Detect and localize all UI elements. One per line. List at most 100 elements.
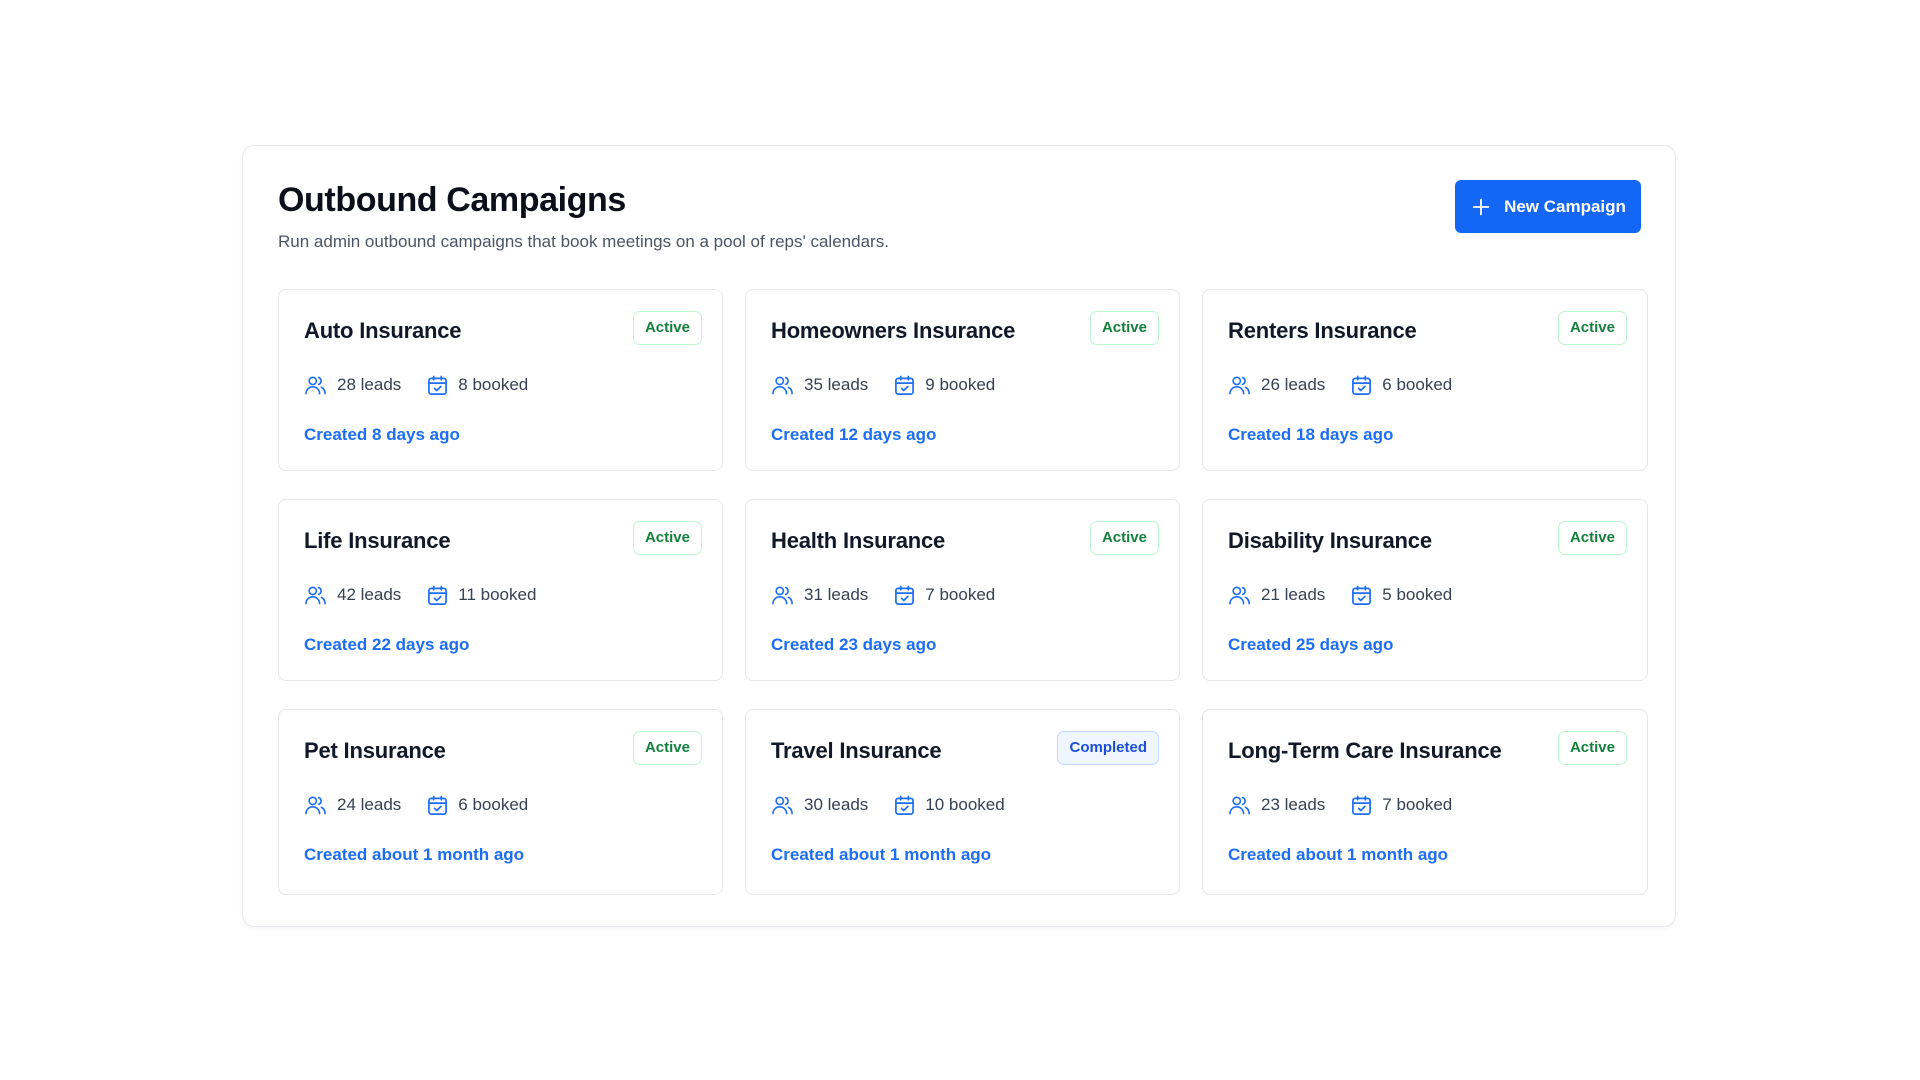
users-icon xyxy=(771,585,794,605)
campaign-name: Disability Insurance xyxy=(1228,528,1432,553)
campaign-name: Health Insurance xyxy=(771,528,946,553)
leads-stat: 28 leads xyxy=(304,375,401,395)
users-icon xyxy=(771,795,794,815)
campaign-name: Homeowners Insurance xyxy=(771,318,1016,343)
campaign-card[interactable]: Health Insurance Active 31 leads 7 booke… xyxy=(745,499,1180,681)
campaign-stats: 30 leads 10 booked xyxy=(771,792,1031,818)
created-date: Created 12 days ago xyxy=(771,425,937,444)
leads-stat: 26 leads xyxy=(1228,375,1325,395)
leads-stat: 21 leads xyxy=(1228,585,1325,605)
page-subtitle: Run admin outbound campaigns that book m… xyxy=(278,232,889,251)
leads-stat: 42 leads xyxy=(304,585,401,605)
campaign-grid: Auto Insurance Active 28 leads 8 booked … xyxy=(278,289,1648,895)
leads-count: 42 leads xyxy=(337,585,402,604)
users-icon xyxy=(304,795,327,815)
campaigns-panel: Outbound Campaigns Run admin outbound ca… xyxy=(242,145,1676,927)
booked-count: 10 booked xyxy=(925,795,1005,814)
calendar-check-icon xyxy=(1351,375,1372,396)
campaign-stats: 24 leads 6 booked xyxy=(304,792,554,818)
campaign-card[interactable]: Auto Insurance Active 28 leads 8 booked … xyxy=(278,289,723,471)
leads-stat: 24 leads xyxy=(304,795,401,815)
campaign-stats: 21 leads 5 booked xyxy=(1228,582,1478,608)
booked-count: 6 booked xyxy=(458,795,529,814)
leads-stat: 31 leads xyxy=(771,585,868,605)
campaign-stats: 42 leads 11 booked xyxy=(304,582,562,608)
leads-count: 31 leads xyxy=(804,585,869,604)
created-date: Created about 1 month ago xyxy=(771,845,992,864)
leads-count: 26 leads xyxy=(1261,375,1326,394)
booked-count: 8 booked xyxy=(458,375,529,394)
calendar-check-icon xyxy=(894,585,915,606)
campaign-name: Pet Insurance xyxy=(304,738,446,763)
status-badge: Active xyxy=(1557,731,1627,765)
calendar-check-icon xyxy=(1351,585,1372,606)
new-campaign-button[interactable]: New Campaign xyxy=(1455,180,1641,233)
campaign-name: Renters Insurance xyxy=(1228,318,1417,343)
booked-stat: 6 booked xyxy=(1351,375,1452,396)
booked-stat: 6 booked xyxy=(427,795,528,816)
users-icon xyxy=(304,375,327,395)
booked-stat: 7 booked xyxy=(894,585,995,606)
users-icon xyxy=(1228,585,1251,605)
users-icon xyxy=(771,375,794,395)
campaign-stats: 28 leads 8 booked xyxy=(304,372,554,398)
page-title: Outbound Campaigns xyxy=(278,181,626,219)
booked-stat: 8 booked xyxy=(427,375,528,396)
calendar-check-icon xyxy=(427,585,448,606)
created-date: Created 23 days ago xyxy=(771,635,937,654)
booked-count: 5 booked xyxy=(1382,585,1453,604)
calendar-check-icon xyxy=(894,375,915,396)
leads-count: 23 leads xyxy=(1261,795,1326,814)
campaign-card[interactable]: Life Insurance Active 42 leads 11 booked… xyxy=(278,499,723,681)
booked-count: 7 booked xyxy=(1382,795,1453,814)
created-date: Created 8 days ago xyxy=(304,425,460,444)
created-date: Created about 1 month ago xyxy=(304,845,525,864)
plus-icon xyxy=(1472,198,1490,215)
leads-count: 28 leads xyxy=(337,375,402,394)
campaign-name: Auto Insurance xyxy=(304,318,462,343)
campaign-stats: 23 leads 7 booked xyxy=(1228,792,1478,818)
campaign-card[interactable]: Long-Term Care Insurance Active 23 leads… xyxy=(1202,709,1648,895)
status-badge: Active xyxy=(632,731,702,765)
campaign-card[interactable]: Homeowners Insurance Active 35 leads 9 b… xyxy=(745,289,1180,471)
leads-stat: 23 leads xyxy=(1228,795,1325,815)
campaign-card[interactable]: Renters Insurance Active 26 leads 6 book… xyxy=(1202,289,1648,471)
status-badge: Active xyxy=(1557,521,1627,555)
booked-stat: 7 booked xyxy=(1351,795,1452,816)
status-badge: Completed xyxy=(1057,731,1159,765)
campaign-stats: 35 leads 9 booked xyxy=(771,372,1021,398)
booked-stat: 11 booked xyxy=(427,585,536,606)
created-date: Created about 1 month ago xyxy=(1228,845,1449,864)
leads-stat: 30 leads xyxy=(771,795,868,815)
leads-count: 21 leads xyxy=(1261,585,1326,604)
calendar-check-icon xyxy=(1351,795,1372,816)
campaign-name: Travel Insurance xyxy=(771,738,942,763)
campaign-card[interactable]: Disability Insurance Active 21 leads 5 b… xyxy=(1202,499,1648,681)
booked-stat: 5 booked xyxy=(1351,585,1452,606)
status-badge: Active xyxy=(1557,311,1627,345)
booked-stat: 9 booked xyxy=(894,375,995,396)
campaign-name: Long-Term Care Insurance xyxy=(1228,738,1502,763)
campaign-stats: 26 leads 6 booked xyxy=(1228,372,1478,398)
created-date: Created 18 days ago xyxy=(1228,425,1394,444)
users-icon xyxy=(1228,375,1251,395)
status-badge: Active xyxy=(1089,311,1159,345)
leads-stat: 35 leads xyxy=(771,375,868,395)
new-campaign-label: New Campaign xyxy=(1504,196,1626,216)
campaign-card[interactable]: Pet Insurance Active 24 leads 6 booked C… xyxy=(278,709,723,895)
status-badge: Active xyxy=(632,311,702,345)
campaign-card[interactable]: Travel Insurance Completed 30 leads 10 b… xyxy=(745,709,1180,895)
page-header: Outbound Campaigns Run admin outbound ca… xyxy=(278,179,1641,259)
leads-count: 35 leads xyxy=(804,375,869,394)
calendar-check-icon xyxy=(894,795,915,816)
calendar-check-icon xyxy=(427,795,448,816)
created-date: Created 25 days ago xyxy=(1228,635,1394,654)
users-icon xyxy=(1228,795,1251,815)
campaign-stats: 31 leads 7 booked xyxy=(771,582,1021,608)
booked-stat: 10 booked xyxy=(894,795,1005,816)
booked-count: 6 booked xyxy=(1382,375,1453,394)
created-date: Created 22 days ago xyxy=(304,635,470,654)
booked-count: 9 booked xyxy=(925,375,996,394)
leads-count: 30 leads xyxy=(804,795,869,814)
calendar-check-icon xyxy=(427,375,448,396)
